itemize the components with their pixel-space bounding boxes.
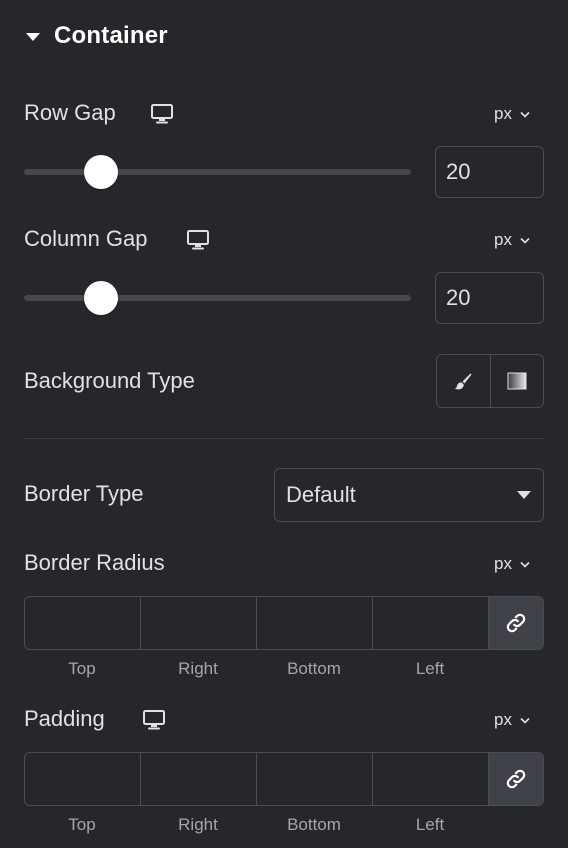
column-gap-input[interactable]	[435, 272, 544, 324]
column-gap-unit-select[interactable]: px	[494, 230, 530, 250]
unit-label: px	[494, 554, 512, 573]
chevron-down-icon	[520, 561, 530, 568]
divider	[24, 438, 544, 439]
column-gap-slider-track[interactable]	[24, 295, 411, 301]
padding-link-button[interactable]	[489, 753, 543, 805]
chevron-down-icon	[520, 111, 530, 118]
border-radius-unit-select[interactable]: px	[494, 554, 530, 574]
side-label-right: Right	[178, 659, 218, 678]
border-radius-link-button[interactable]	[489, 597, 543, 649]
border-radius-label: Border Radius	[24, 550, 165, 575]
background-type-choices	[436, 354, 544, 408]
background-gradient-button[interactable]	[489, 355, 544, 407]
desktop-icon[interactable]	[150, 103, 174, 125]
border-type-select[interactable]: Default	[274, 468, 544, 522]
link-icon	[506, 613, 526, 633]
padding-label: Padding	[24, 706, 105, 731]
column-gap-label: Column Gap	[24, 226, 148, 251]
border-radius-side-labels: Top Right Bottom Left	[24, 659, 488, 679]
desktop-icon[interactable]	[142, 709, 166, 731]
side-label-bottom: Bottom	[287, 815, 341, 834]
padding-dimensions	[24, 752, 544, 806]
section-header-container[interactable]: Container	[26, 20, 168, 52]
row-gap-input[interactable]	[435, 146, 544, 198]
brush-icon	[454, 373, 472, 390]
caret-down-icon	[26, 33, 40, 41]
background-classic-button[interactable]	[437, 355, 490, 407]
row-gap-slider-handle[interactable]	[84, 155, 118, 189]
unit-label: px	[494, 230, 512, 249]
unit-label: px	[494, 710, 512, 729]
padding-bottom-input[interactable]	[257, 753, 373, 805]
row-gap-unit-select[interactable]: px	[494, 104, 530, 124]
caret-down-icon	[517, 491, 531, 499]
side-label-top: Top	[68, 815, 96, 834]
padding-unit-select[interactable]: px	[494, 710, 530, 730]
row-gap-slider-track[interactable]	[24, 169, 411, 175]
column-gap-slider-handle[interactable]	[84, 281, 118, 315]
border-radius-top-input[interactable]	[25, 597, 141, 649]
row-gap-label: Row Gap	[24, 100, 116, 125]
background-type-label: Background Type	[24, 368, 195, 393]
padding-right-input[interactable]	[141, 753, 257, 805]
chevron-down-icon	[520, 717, 530, 724]
link-icon	[506, 769, 526, 789]
chevron-down-icon	[520, 237, 530, 244]
side-label-left: Left	[415, 815, 445, 834]
border-radius-right-input[interactable]	[141, 597, 257, 649]
padding-top-input[interactable]	[25, 753, 141, 805]
unit-label: px	[494, 104, 512, 123]
desktop-icon[interactable]	[186, 229, 210, 251]
padding-side-labels: Top Right Bottom Left	[24, 815, 488, 835]
side-label-top: Top	[68, 659, 96, 678]
side-label-left: Left	[415, 659, 445, 678]
border-radius-left-input[interactable]	[373, 597, 489, 649]
border-type-label: Border Type	[24, 481, 144, 506]
gradient-icon	[507, 372, 527, 390]
side-label-bottom: Bottom	[287, 659, 341, 678]
border-radius-dimensions	[24, 596, 544, 650]
border-radius-bottom-input[interactable]	[257, 597, 373, 649]
border-type-selected-value: Default	[286, 482, 356, 507]
side-label-right: Right	[178, 815, 218, 834]
padding-left-input[interactable]	[373, 753, 489, 805]
section-title: Container	[54, 22, 168, 49]
